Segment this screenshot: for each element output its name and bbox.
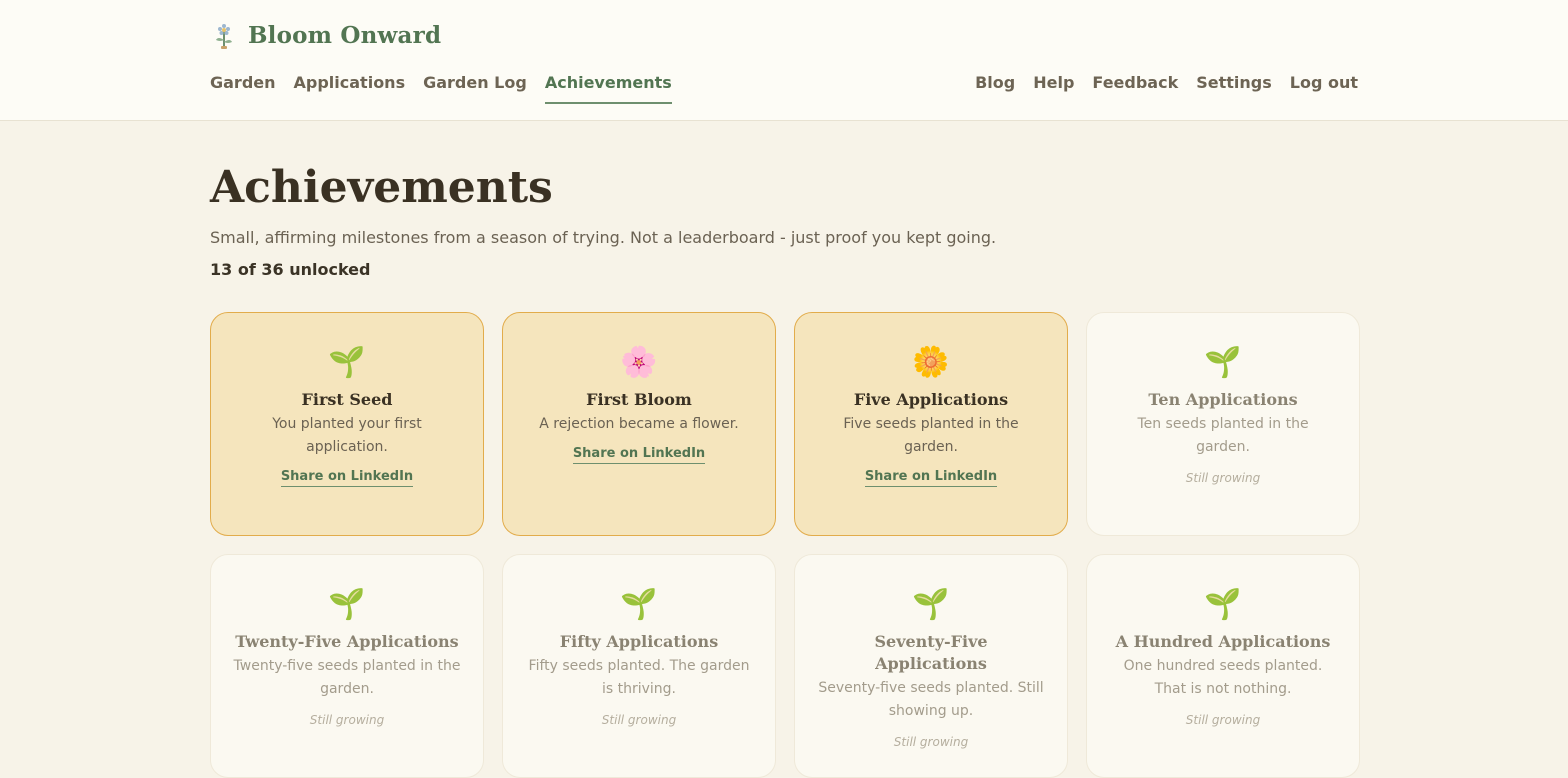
nav-logout[interactable]: Log out: [1290, 72, 1358, 104]
achievement-card-five-applications: 🌼 Five Applications Five seeds planted i…: [794, 312, 1068, 536]
share-linkedin-link[interactable]: Share on LinkedIn: [280, 469, 414, 487]
achievement-description: Five seeds planted in the garden.: [843, 416, 1019, 455]
achievement-card-ten-applications: 🌱 Ten Applications Ten seeds planted in …: [1086, 312, 1360, 536]
nav-right: Blog Help Feedback Settings Log out: [975, 72, 1358, 104]
achievement-title: Five Applications: [853, 390, 1009, 409]
brand[interactable]: Bloom Onward: [212, 20, 441, 50]
achievement-description: Ten seeds planted in the garden.: [1137, 416, 1309, 455]
seedling-icon: 🌱: [1204, 587, 1242, 622]
achievement-card-fifty-applications: 🌱 Fifty Applications Fifty seeds planted…: [502, 554, 776, 778]
brand-name: Bloom Onward: [248, 21, 442, 49]
achievement-status: Still growing: [309, 713, 385, 727]
nav-help[interactable]: Help: [1033, 72, 1074, 104]
nav-settings[interactable]: Settings: [1196, 72, 1272, 104]
nav-achievements[interactable]: Achievements: [544, 72, 672, 104]
achievement-status: Still growing: [1185, 471, 1261, 485]
daisy-icon: 🌼: [912, 345, 950, 380]
achievement-card-first-bloom: 🌸 First Bloom A rejection became a flowe…: [502, 312, 776, 536]
nav-garden-log[interactable]: Garden Log: [423, 72, 527, 104]
seedling-icon: 🌱: [328, 345, 366, 380]
achievement-description: One hundred seeds planted. That is not n…: [1123, 658, 1323, 697]
achievement-status: Still growing: [893, 735, 969, 749]
achievement-description: Twenty-five seeds planted in the garden.: [233, 658, 461, 697]
achievement-description: You planted your first application.: [272, 416, 422, 455]
nav-garden[interactable]: Garden: [210, 72, 276, 104]
page-title: Achievements: [210, 162, 553, 213]
achievement-description: A rejection became a flower.: [539, 416, 739, 432]
nav-blog[interactable]: Blog: [975, 72, 1015, 104]
achievement-title: A Hundred Applications: [1115, 632, 1331, 651]
achievement-title: First Bloom: [586, 390, 692, 409]
page-subtitle: Small, affirming milestones from a seaso…: [210, 228, 997, 247]
achievement-title: Ten Applications: [1148, 390, 1298, 409]
achievement-title: Seventy-Five Applications: [874, 632, 988, 673]
achievement-title: Fifty Applications: [559, 632, 719, 651]
achievement-card-first-seed: 🌱 First Seed You planted your first appl…: [210, 312, 484, 536]
share-linkedin-link[interactable]: Share on LinkedIn: [572, 446, 706, 464]
achievements-grid: 🌱 First Seed You planted your first appl…: [210, 312, 1360, 778]
flower-stem-icon: [212, 20, 236, 50]
achievement-card-twenty-five-applications: 🌱 Twenty-Five Applications Twenty-five s…: [210, 554, 484, 778]
achievement-description: Seventy-five seeds planted. Still showin…: [818, 680, 1044, 719]
achievement-status: Still growing: [1185, 713, 1261, 727]
cherry-blossom-icon: 🌸: [620, 345, 658, 380]
seedling-icon: 🌱: [328, 587, 366, 622]
achievement-status: Still growing: [601, 713, 677, 727]
seedling-icon: 🌱: [912, 587, 950, 622]
share-linkedin-link[interactable]: Share on LinkedIn: [864, 469, 998, 487]
seedling-icon: 🌱: [620, 587, 658, 622]
main-nav: Garden Applications Garden Log Achieveme…: [210, 72, 1358, 104]
achievement-card-seventy-five-applications: 🌱 Seventy-Five Applications Seventy-five…: [794, 554, 1068, 778]
achievement-card-hundred-applications: 🌱 A Hundred Applications One hundred see…: [1086, 554, 1360, 778]
achievement-title: Twenty-Five Applications: [235, 632, 459, 651]
achievement-title: First Seed: [301, 390, 393, 409]
unlocked-count: 13 of 36 unlocked: [210, 260, 371, 279]
nav-applications[interactable]: Applications: [294, 72, 406, 104]
achievement-description: Fifty seeds planted. The garden is thriv…: [528, 658, 750, 697]
site-header: Bloom Onward Garden Applications Garden …: [0, 0, 1568, 121]
nav-left: Garden Applications Garden Log Achieveme…: [210, 72, 672, 104]
nav-feedback[interactable]: Feedback: [1092, 72, 1178, 104]
seedling-icon: 🌱: [1204, 345, 1242, 380]
